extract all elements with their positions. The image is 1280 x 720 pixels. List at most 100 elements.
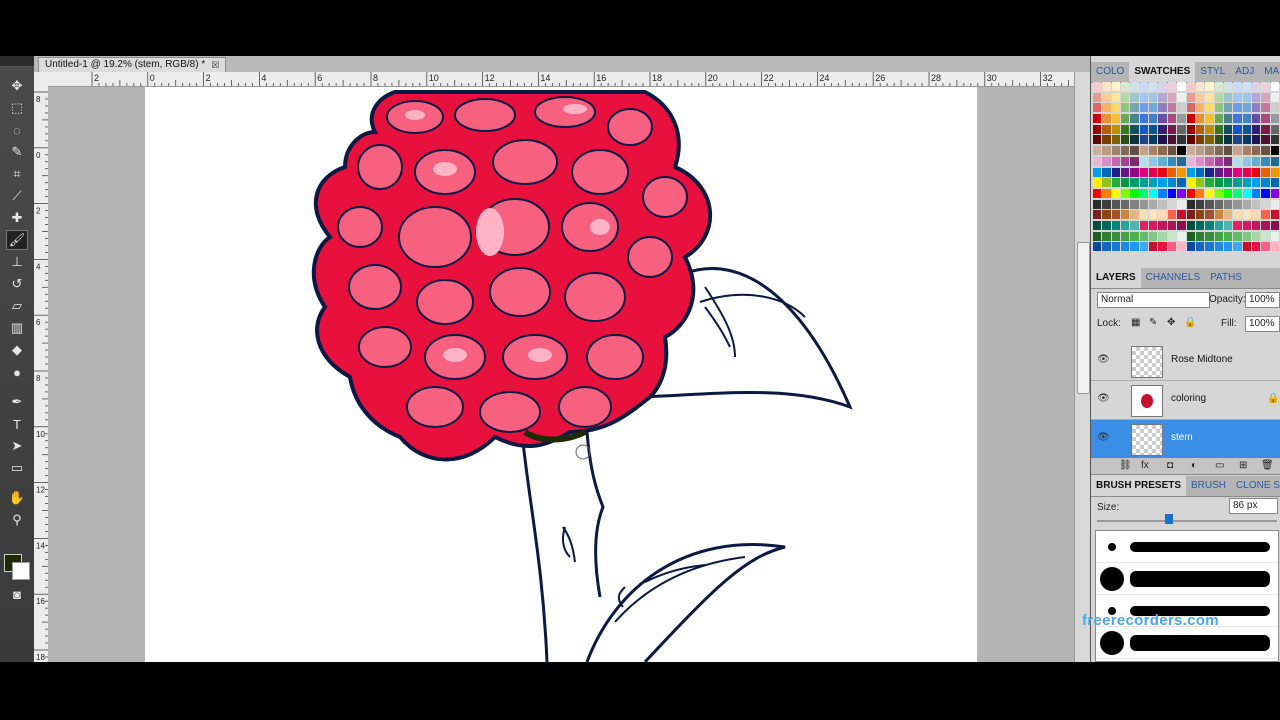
layer-row-coloring[interactable]: 👁 coloring 🔒: [1091, 381, 1280, 420]
swatch-cell[interactable]: [1102, 210, 1111, 220]
tab-brush[interactable]: BRUSH: [1186, 476, 1231, 496]
healing-brush-tool-icon[interactable]: ✚: [6, 208, 28, 228]
eye-icon[interactable]: 👁: [1097, 393, 1110, 405]
swatch-cell[interactable]: [1270, 82, 1279, 91]
hand-tool-icon[interactable]: ✋: [6, 488, 28, 508]
swatch-cell[interactable]: [1130, 167, 1139, 177]
swatch-cell[interactable]: [1233, 156, 1242, 166]
swatch-cell[interactable]: [1111, 156, 1121, 166]
swatch-cell[interactable]: [1205, 199, 1214, 209]
gradient-tool-icon[interactable]: ▥: [6, 318, 28, 338]
swatch-cell[interactable]: [1251, 146, 1261, 156]
swatch-cell[interactable]: [1102, 124, 1111, 134]
swatch-cell[interactable]: [1139, 231, 1149, 241]
swatch-cell[interactable]: [1242, 242, 1251, 252]
move-tool-icon[interactable]: ✥: [6, 76, 28, 96]
swatch-cell[interactable]: [1223, 220, 1233, 230]
swatch-cell[interactable]: [1102, 242, 1111, 252]
dodge-tool-icon[interactable]: ●: [6, 362, 28, 382]
swatch-cell[interactable]: [1130, 242, 1139, 252]
type-tool-icon[interactable]: T: [6, 414, 28, 434]
swatch-cell[interactable]: [1177, 92, 1186, 102]
swatch-cell[interactable]: [1177, 231, 1186, 241]
swatch-cell[interactable]: [1195, 231, 1205, 241]
swatch-cell[interactable]: [1139, 242, 1149, 252]
swatch-cell[interactable]: [1121, 135, 1130, 145]
swatch-cell[interactable]: [1149, 146, 1158, 156]
swatch-cell[interactable]: [1242, 114, 1251, 124]
swatch-cell[interactable]: [1233, 92, 1242, 102]
swatch-cell[interactable]: [1195, 220, 1205, 230]
brush-preset[interactable]: [1096, 563, 1278, 595]
swatch-cell[interactable]: [1121, 220, 1130, 230]
swatch-cell[interactable]: [1251, 156, 1261, 166]
swatch-cell[interactable]: [1205, 146, 1214, 156]
blur-tool-icon[interactable]: ◆: [6, 340, 28, 360]
swatch-cell[interactable]: [1195, 103, 1205, 113]
swatch-cell[interactable]: [1149, 188, 1158, 198]
swatch-cell[interactable]: [1177, 114, 1186, 124]
brush-preset[interactable]: [1096, 531, 1278, 563]
swatch-cell[interactable]: [1139, 92, 1149, 102]
swatch-cell[interactable]: [1093, 167, 1102, 177]
marquee-tool-icon[interactable]: ⬚: [6, 98, 28, 118]
swatch-cell[interactable]: [1261, 124, 1270, 134]
swatch-cell[interactable]: [1167, 146, 1177, 156]
swatch-cell[interactable]: [1223, 156, 1233, 166]
swatch-cell[interactable]: [1186, 156, 1195, 166]
swatch-cell[interactable]: [1177, 156, 1186, 166]
swatch-cell[interactable]: [1139, 188, 1149, 198]
swatch-cell[interactable]: [1233, 231, 1242, 241]
swatch-cell[interactable]: [1205, 210, 1214, 220]
swatch-cell[interactable]: [1195, 114, 1205, 124]
swatch-cell[interactable]: [1195, 124, 1205, 134]
swatch-cell[interactable]: [1121, 114, 1130, 124]
swatch-cell[interactable]: [1195, 242, 1205, 252]
swatch-cell[interactable]: [1167, 124, 1177, 134]
swatch-cell[interactable]: [1223, 210, 1233, 220]
swatch-cell[interactable]: [1251, 199, 1261, 209]
canvas-vertical-scrollbar[interactable]: [1074, 72, 1091, 662]
swatch-cell[interactable]: [1167, 167, 1177, 177]
swatch-cell[interactable]: [1186, 167, 1195, 177]
swatch-cell[interactable]: [1177, 199, 1186, 209]
adjustment-layer-icon[interactable]: ◐: [1191, 460, 1197, 471]
swatch-cell[interactable]: [1195, 92, 1205, 102]
swatch-cell[interactable]: [1149, 82, 1158, 91]
delete-layer-icon[interactable]: 🗑: [1261, 460, 1274, 471]
swatch-cell[interactable]: [1121, 167, 1130, 177]
swatch-cell[interactable]: [1205, 178, 1214, 188]
swatch-cell[interactable]: [1270, 231, 1279, 241]
canvas-area[interactable]: [48, 87, 1074, 662]
swatch-cell[interactable]: [1167, 199, 1177, 209]
swatch-cell[interactable]: [1205, 242, 1214, 252]
swatch-cell[interactable]: [1186, 231, 1195, 241]
swatch-cell[interactable]: [1130, 124, 1139, 134]
swatch-cell[interactable]: [1214, 178, 1223, 188]
swatch-cell[interactable]: [1242, 146, 1251, 156]
swatch-cell[interactable]: [1205, 135, 1214, 145]
swatch-cell[interactable]: [1158, 178, 1167, 188]
swatch-cell[interactable]: [1093, 114, 1102, 124]
swatch-cell[interactable]: [1214, 242, 1223, 252]
swatch-cell[interactable]: [1093, 146, 1102, 156]
swatch-cell[interactable]: [1158, 92, 1167, 102]
swatch-cell[interactable]: [1121, 156, 1130, 166]
swatch-cell[interactable]: [1139, 124, 1149, 134]
swatch-cell[interactable]: [1223, 188, 1233, 198]
shape-tool-icon[interactable]: ▭: [6, 458, 28, 478]
size-slider-track[interactable]: [1097, 520, 1277, 522]
quick-mask-icon[interactable]: ◙: [6, 584, 28, 604]
swatch-cell[interactable]: [1111, 135, 1121, 145]
swatch-cell[interactable]: [1177, 188, 1186, 198]
swatch-cell[interactable]: [1233, 220, 1242, 230]
swatch-cell[interactable]: [1111, 82, 1121, 91]
swatch-cell[interactable]: [1139, 146, 1149, 156]
swatch-cell[interactable]: [1130, 156, 1139, 166]
swatch-cell[interactable]: [1102, 199, 1111, 209]
swatch-cell[interactable]: [1242, 178, 1251, 188]
tools-grip[interactable]: [0, 56, 34, 67]
swatch-cell[interactable]: [1186, 220, 1195, 230]
swatch-cell[interactable]: [1111, 92, 1121, 102]
swatch-cell[interactable]: [1270, 167, 1279, 177]
